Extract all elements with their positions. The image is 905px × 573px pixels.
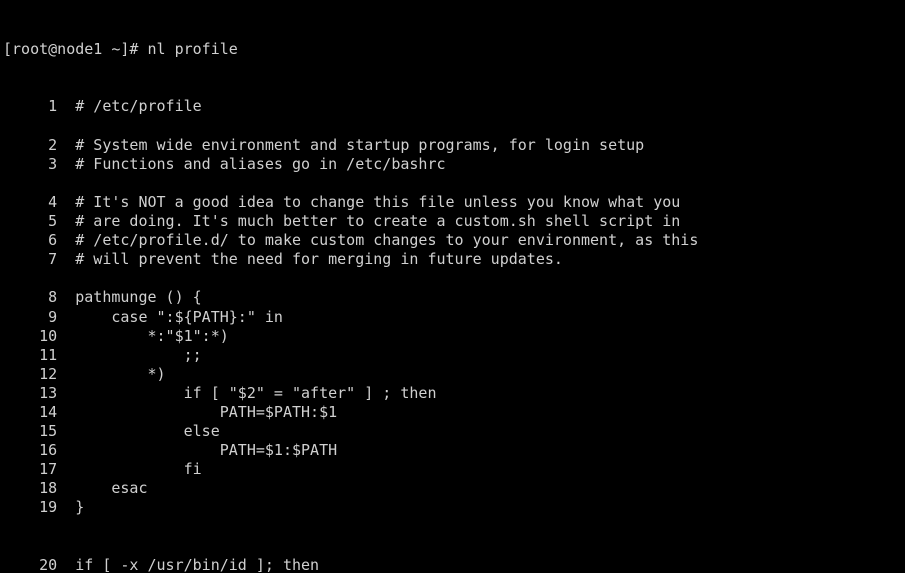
output-line: 17 fi	[3, 460, 905, 479]
line-number: 17	[3, 460, 58, 479]
output-line: 20 if [ -x /usr/bin/id ]; then	[3, 556, 905, 573]
line-text: # will prevent the need for merging in f…	[75, 250, 563, 269]
line-number: 2	[3, 135, 58, 154]
output-line: 5 # are doing. It's much better to creat…	[3, 212, 905, 231]
output-line: 11 ;;	[3, 346, 905, 365]
command-output: 1 # /etc/profile 2 # System wide environ…	[3, 97, 905, 573]
output-line: 2 # System wide environment and startup …	[3, 136, 905, 155]
line-text: esac	[75, 479, 148, 498]
output-blank-line	[3, 117, 905, 136]
line-number: 8	[3, 288, 58, 307]
line-number: 12	[3, 364, 58, 383]
line-number: 13	[3, 383, 58, 402]
output-line: 4 # It's NOT a good idea to change this …	[3, 193, 905, 212]
line-text: if [ "$2" = "after" ] ; then	[75, 383, 437, 402]
output-line: 13 if [ "$2" = "after" ] ; then	[3, 384, 905, 403]
line-text: fi	[75, 460, 202, 479]
line-text: # It's NOT a good idea to change this fi…	[75, 192, 681, 211]
line-text: PATH=$PATH:$1	[75, 402, 338, 421]
line-text: # /etc/profile.d/ to make custom changes…	[75, 231, 699, 250]
line-text: if [ -x /usr/bin/id ]; then	[75, 555, 320, 573]
output-line: 8 pathmunge () {	[3, 288, 905, 307]
line-number: 5	[3, 212, 58, 231]
line-text: case ":${PATH}:" in	[75, 307, 283, 326]
line-text: pathmunge () {	[75, 288, 202, 307]
output-blank-line	[3, 269, 905, 288]
line-number: 19	[3, 498, 58, 517]
line-number: 10	[3, 326, 58, 345]
line-number: 15	[3, 422, 58, 441]
line-text: # are doing. It's much better to create …	[75, 212, 681, 231]
line-text: ;;	[75, 345, 202, 364]
line-number: 9	[3, 307, 58, 326]
output-line: 14 PATH=$PATH:$1	[3, 403, 905, 422]
line-number: 16	[3, 441, 58, 460]
terminal-window[interactable]: [root@node1 ~]# nl profile 1 # /etc/prof…	[0, 0, 905, 573]
line-text: # Functions and aliases go in /etc/bashr…	[75, 154, 446, 173]
output-blank-line	[3, 537, 905, 556]
line-text: # System wide environment and startup pr…	[75, 135, 645, 154]
output-line: 19 }	[3, 498, 905, 517]
line-number: 20	[3, 555, 58, 573]
line-text: }	[75, 498, 85, 517]
output-blank-line	[3, 518, 905, 537]
output-line: 7 # will prevent the need for merging in…	[3, 250, 905, 269]
output-line: 18 esac	[3, 479, 905, 498]
shell-prompt-line: [root@node1 ~]# nl profile	[3, 40, 238, 59]
line-text: PATH=$1:$PATH	[75, 441, 338, 460]
line-text: else	[75, 422, 220, 441]
output-line: 1 # /etc/profile	[3, 97, 905, 116]
line-number: 1	[3, 97, 58, 116]
line-number: 4	[3, 192, 58, 211]
output-line: 15 else	[3, 422, 905, 441]
line-number: 14	[3, 402, 58, 421]
output-line: 12 *)	[3, 365, 905, 384]
output-blank-line	[3, 174, 905, 193]
line-text: # /etc/profile	[75, 97, 202, 116]
output-line: 10 *:"$1":*)	[3, 327, 905, 346]
line-number: 6	[3, 231, 58, 250]
line-number: 18	[3, 479, 58, 498]
output-line: 3 # Functions and aliases go in /etc/bas…	[3, 155, 905, 174]
line-number: 7	[3, 250, 58, 269]
output-line: 16 PATH=$1:$PATH	[3, 441, 905, 460]
output-line: 9 case ":${PATH}:" in	[3, 308, 905, 327]
line-text: *)	[75, 364, 166, 383]
line-text: *:"$1":*)	[75, 326, 229, 345]
output-line: 6 # /etc/profile.d/ to make custom chang…	[3, 231, 905, 250]
line-number: 11	[3, 345, 58, 364]
line-number: 3	[3, 154, 58, 173]
